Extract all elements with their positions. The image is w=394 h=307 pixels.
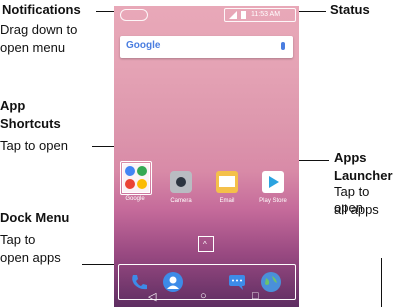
status-title: Status <box>330 2 370 17</box>
app-label-email: Email <box>219 198 235 204</box>
home-button[interactable]: ○ <box>200 290 207 302</box>
microphone-icon[interactable] <box>281 42 285 50</box>
status-time: 11:53 AM <box>251 11 281 18</box>
apps-launcher-title-2: Launcher <box>334 168 393 183</box>
battery-icon <box>241 11 246 19</box>
navigation-bar: ◁ ○ □ <box>114 287 299 307</box>
app-shortcut-camera[interactable]: Camera <box>164 171 198 204</box>
apps-launcher-text-2: all apps <box>334 202 379 217</box>
notifications-area[interactable] <box>120 9 148 21</box>
notifications-text-1: Drag down to <box>0 22 78 37</box>
email-icon <box>216 171 238 193</box>
app-label-camera: Camera <box>170 198 192 204</box>
play-store-icon <box>262 171 284 193</box>
recents-button[interactable]: □ <box>252 290 259 302</box>
app-label-google: Google <box>125 196 145 202</box>
chevron-up-icon: ^ <box>203 240 207 249</box>
google-search-bar[interactable]: Google <box>120 36 293 58</box>
app-shortcut-play-store[interactable]: Play Store <box>256 171 290 204</box>
phone-home-screen: 11:53 AM Google Google Camera Email Play… <box>114 6 299 307</box>
status-indicators: 11:53 AM <box>224 8 296 22</box>
dock-menu-leader <box>82 264 118 265</box>
app-shortcuts-text: Tap to open <box>0 138 68 153</box>
app-label-play-store: Play Store <box>259 198 287 204</box>
app-shortcut-email[interactable]: Email <box>210 171 244 204</box>
apps-launcher-button[interactable]: ^ <box>198 236 214 252</box>
dock-menu-text-2: open apps <box>0 250 61 265</box>
google-logo: Google <box>126 40 161 51</box>
app-shortcuts-title-1: App <box>0 98 26 113</box>
dock-menu-text-1: Tap to <box>0 232 36 247</box>
camera-icon <box>170 171 192 193</box>
app-shortcuts-title-2: Shortcuts <box>0 116 61 131</box>
apps-launcher-title-1: Apps <box>334 150 367 165</box>
google-folder-icon[interactable] <box>122 163 150 193</box>
app-shortcut-google[interactable]: Google <box>118 191 152 202</box>
notifications-text-2: open menu <box>0 40 66 55</box>
dock-menu-title: Dock Menu <box>0 210 70 225</box>
status-bar[interactable]: 11:53 AM <box>114 6 299 22</box>
notifications-title: Notifications <box>2 2 81 17</box>
back-button[interactable]: ◁ <box>148 290 156 303</box>
status-leader <box>296 11 326 12</box>
right-guide-line <box>381 258 382 307</box>
signal-icon <box>229 11 237 19</box>
